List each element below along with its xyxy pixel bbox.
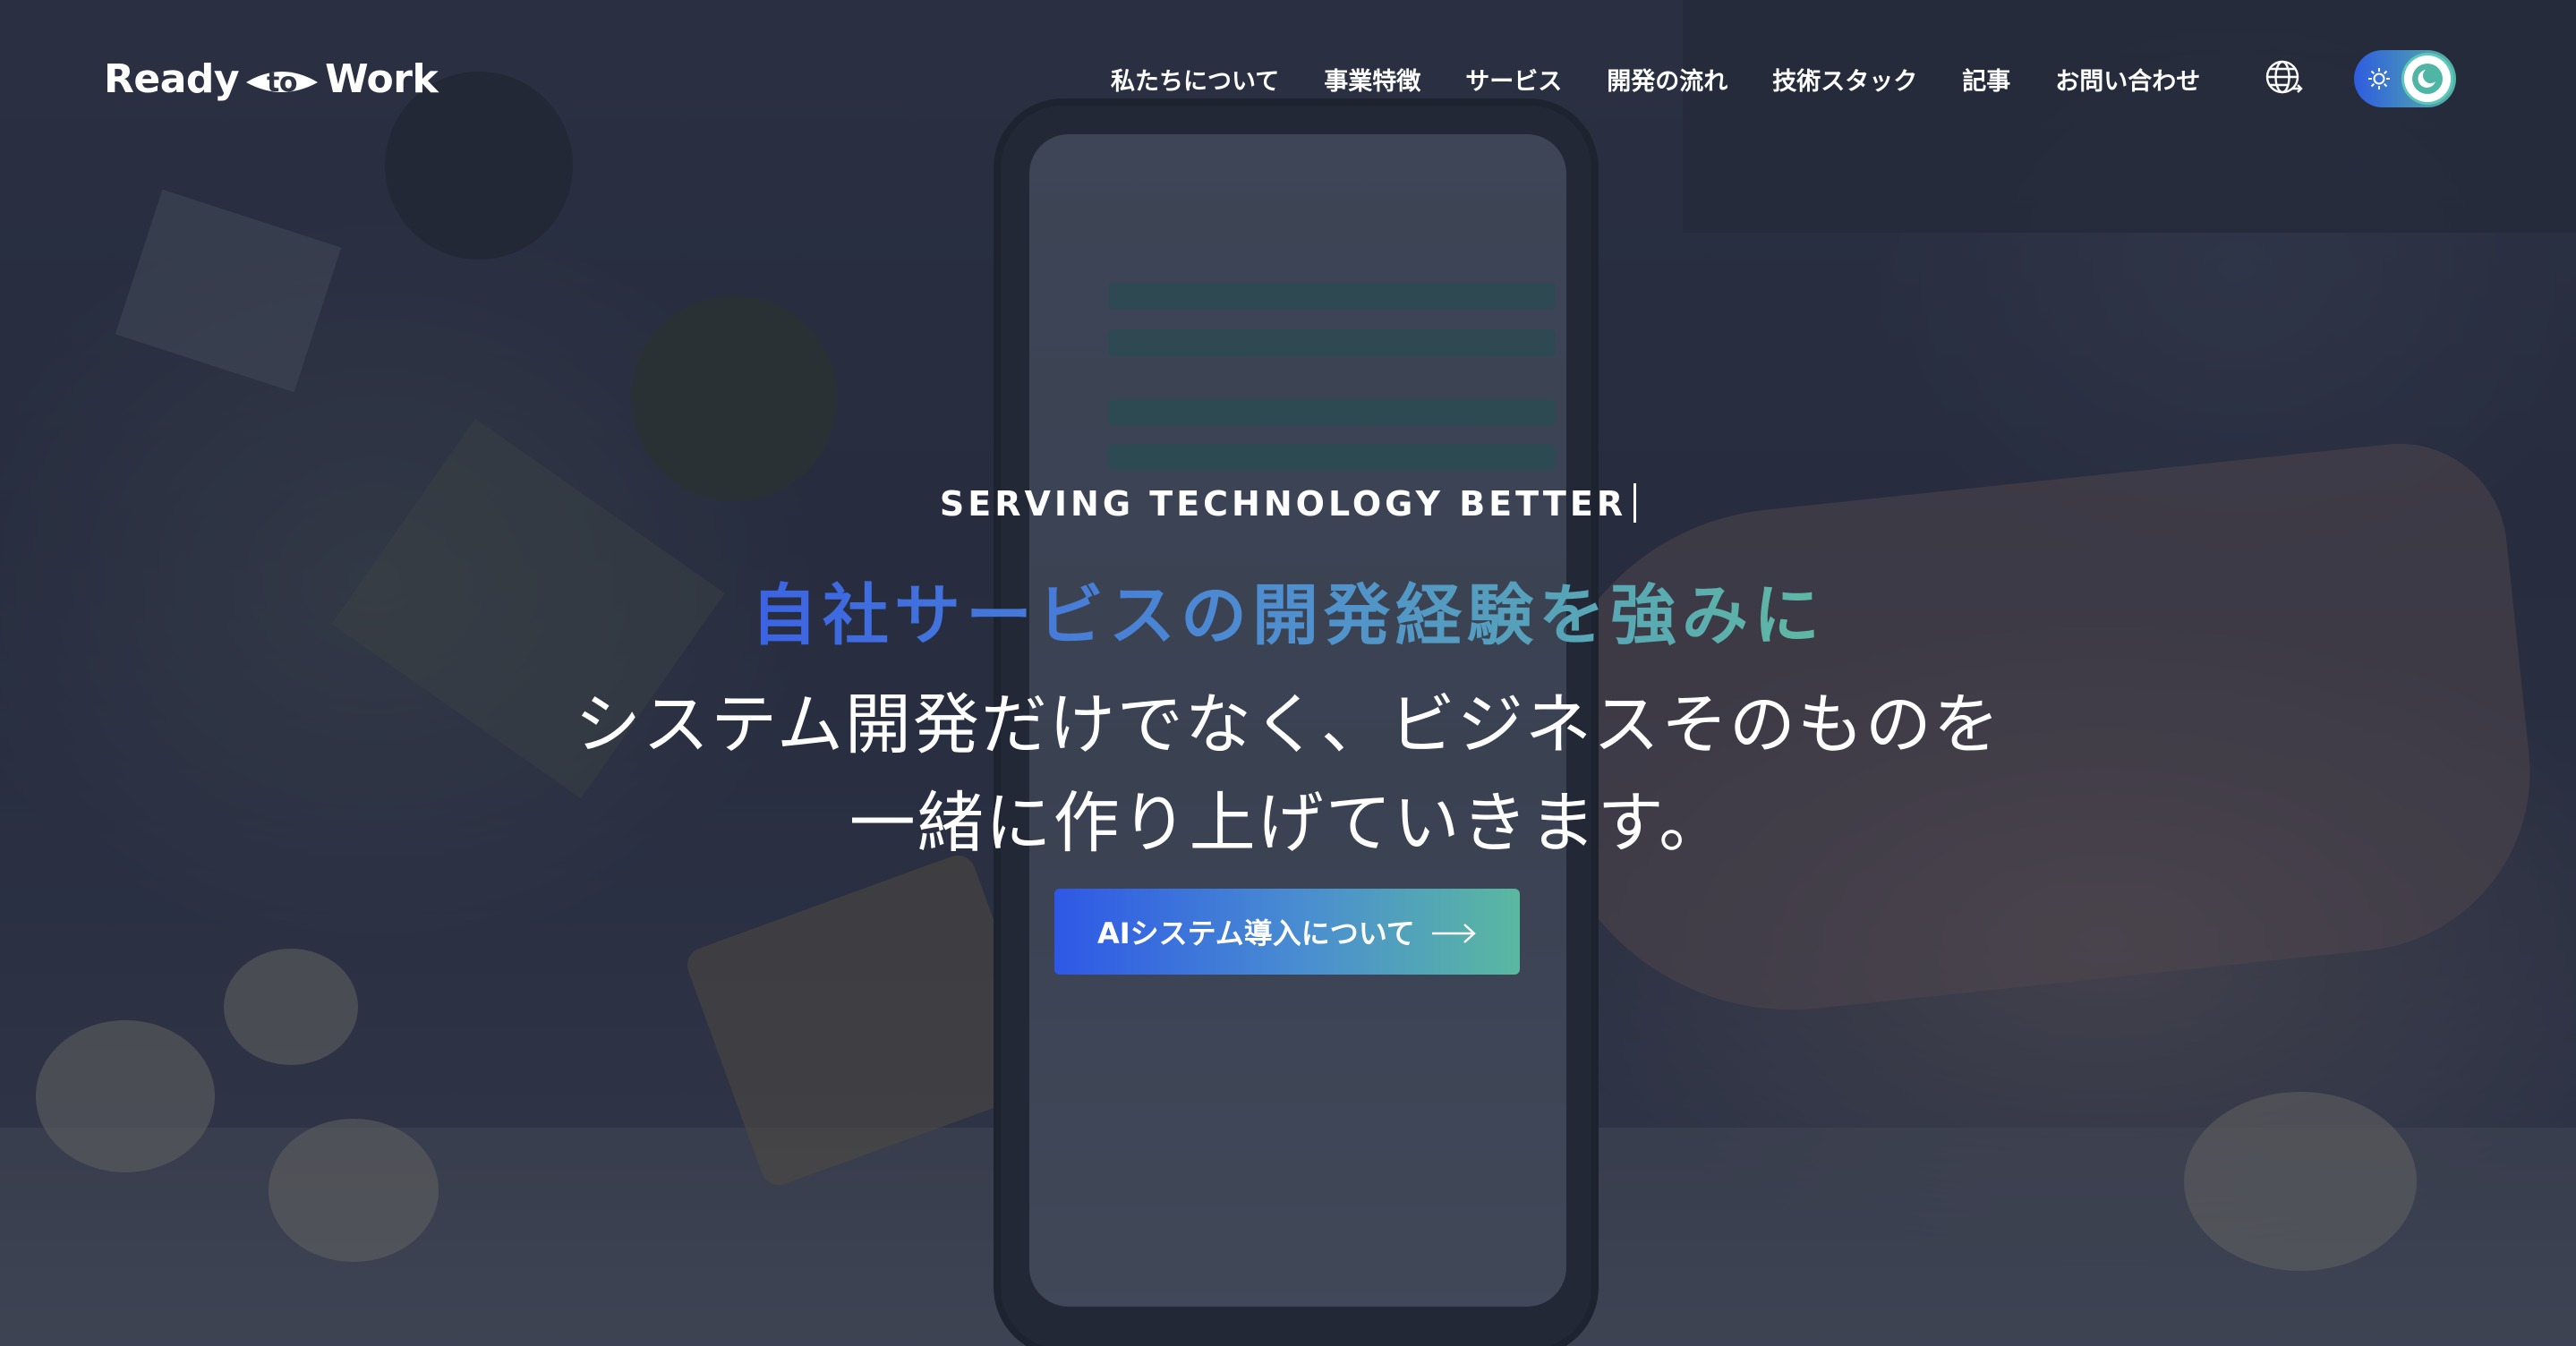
brand-name-mark: to [267,67,297,98]
brand-name-right: Work [325,55,439,102]
typing-caret [1633,483,1637,523]
brand-logo[interactable]: Ready to Work [104,54,439,104]
arrow-right-icon [1430,919,1477,944]
hero-headline: 自社サービスの開発経験を強みに [0,562,2576,658]
hero-headline-text: 自社サービスの開発経験を強みに [751,577,1825,654]
globe-icon[interactable] [2265,59,2304,98]
moon-icon [2411,63,2444,95]
hero-subline-2: 一緒に作り上げていきます。 [849,785,1727,862]
site-header: Ready to Work 私たちについて 事業特徴 サービス 開発の流れ 技術… [0,0,2576,158]
ai-system-cta-button[interactable]: AIシステム導入について [1054,889,1520,975]
hero-content: SERVING TECHNOLOGY BETTER 自社サービスの開発経験を強み… [0,0,2576,1346]
nav-item-services[interactable]: サービス [1465,62,1562,97]
sun-icon [2367,66,2392,91]
hero-eyebrow-text: SERVING TECHNOLOGY BETTER [939,484,1627,524]
nav-item-articles[interactable]: 記事 [1962,62,2010,97]
nav-item-contact[interactable]: お問い合わせ [2055,62,2200,97]
cta-label: AIシステム導入について [1097,916,1415,950]
nav-item-process[interactable]: 開発の流れ [1607,62,1727,97]
nav-item-tech-stack[interactable]: 技術スタック [1772,62,1917,97]
theme-toggle[interactable] [2354,50,2456,107]
hero-subline-1: システム開発だけでなく、ビジネスそのものを [575,686,2001,763]
hero-eyebrow: SERVING TECHNOLOGY BETTER [0,483,2576,524]
main-nav: 私たちについて 事業特徴 サービス 開発の流れ 技術スタック 記事 お問い合わせ [1111,61,2245,97]
nav-item-about[interactable]: 私たちについて [1111,62,1279,97]
hero-section: Ready to Work 私たちについて 事業特徴 サービス 開発の流れ 技術… [0,0,2576,1346]
nav-item-features[interactable]: 事業特徴 [1324,62,1420,97]
brand-name-left: Ready [104,55,240,102]
logo-eye-mark: to [244,57,320,100]
